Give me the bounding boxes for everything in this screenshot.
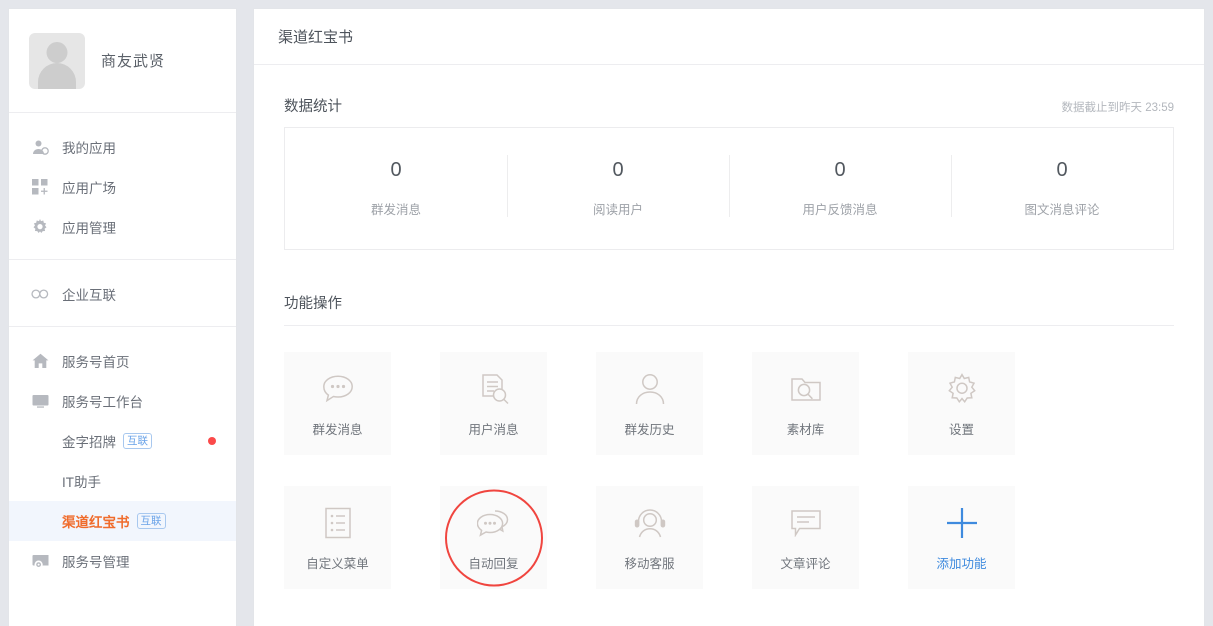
avatar (29, 32, 85, 89)
gear-icon (942, 369, 982, 409)
tile-label: 群发历史 (624, 423, 675, 437)
sidebar-item-label: 我的应用 (62, 141, 116, 156)
badge-interlink: 互联 (136, 513, 166, 529)
user-app-icon (31, 138, 49, 156)
stat-cell: 0 用户反馈消息 (729, 128, 951, 249)
stat-label: 群发消息 (370, 203, 421, 217)
sidebar-item-enterprise-link[interactable]: 企业互联 (9, 274, 236, 314)
stats-box: 0 群发消息 0 阅读用户 0 用户反馈消息 0 图文消息评论 (284, 127, 1174, 250)
sidebar-item-label: 服务号首页 (62, 355, 130, 370)
home-icon (31, 352, 49, 370)
tile-user-messages[interactable]: 用户消息 (440, 352, 547, 455)
sidebar-item-label: 应用广场 (62, 181, 116, 196)
sidebar-item-service-workbench[interactable]: 服务号工作台 (9, 381, 236, 421)
tile-label: 自定义菜单 (306, 557, 369, 571)
tile-mass-history[interactable]: 群发历史 (596, 352, 703, 455)
stat-value: 0 (390, 159, 402, 181)
nav-group-service-account: 服务号首页 服务号工作台 金字招牌 互联 IT助手 渠道红宝书 互联 服务号管理 (9, 327, 236, 593)
infinity-icon (31, 285, 49, 303)
folder-search-icon (786, 369, 826, 409)
tile-label: 移动客服 (624, 557, 675, 571)
document-search-icon (474, 369, 514, 409)
stat-value: 0 (834, 159, 846, 181)
comment-box-icon (786, 503, 826, 543)
tile-article-comments[interactable]: 文章评论 (752, 486, 859, 589)
sidebar-item-app-market[interactable]: 应用广场 (9, 167, 236, 207)
tile-label: 添加功能 (936, 557, 987, 571)
tile-mass-message[interactable]: 群发消息 (284, 352, 391, 455)
tile-mobile-service[interactable]: 移动客服 (596, 486, 703, 589)
profile-section: 商友武贤 (9, 9, 236, 113)
stat-label: 图文消息评论 (1024, 203, 1100, 217)
stats-timestamp-note: 数据截止到昨天 23:59 (1061, 102, 1174, 114)
stat-cell: 0 阅读用户 (507, 128, 729, 249)
main-panel: 渠道红宝书 数据统计 数据截止到昨天 23:59 0 群发消息 0 阅读用户 0… (253, 8, 1205, 626)
stat-cell: 0 图文消息评论 (951, 128, 1173, 249)
sidebar-item-service-home[interactable]: 服务号首页 (9, 341, 236, 381)
service-settings-icon (31, 552, 49, 570)
functions-header: 功能操作 (284, 250, 1174, 326)
tile-label: 群发消息 (312, 423, 363, 437)
function-tiles-grid: 群发消息 用户消息 群发历史 素材库 设置 自定义菜单 自动回复 移动客服 文章… (284, 326, 1174, 589)
stat-value: 0 (1056, 159, 1068, 181)
gear-icon (31, 218, 49, 236)
sidebar-subitem-qudao-hongbaoshu[interactable]: 渠道红宝书 互联 (9, 501, 236, 541)
tile-label: 设置 (948, 423, 974, 437)
tile-settings[interactable]: 设置 (908, 352, 1015, 455)
unread-dot (208, 437, 216, 445)
content-body: 数据统计 数据截止到昨天 23:59 0 群发消息 0 阅读用户 0 用户反馈消… (254, 65, 1204, 589)
stats-title: 数据统计 (284, 99, 342, 115)
list-document-icon (318, 503, 358, 543)
sidebar-subitem-label: 渠道红宝书 (62, 515, 130, 530)
sidebar-item-label: 服务号工作台 (62, 395, 143, 410)
sidebar-item-app-management[interactable]: 应用管理 (9, 207, 236, 247)
nav-group-apps: 我的应用 应用广场 应用管理 (9, 113, 236, 260)
sidebar-item-label: 应用管理 (62, 221, 116, 236)
profile-name: 商友武贤 (101, 53, 166, 70)
tile-label: 自动回复 (468, 557, 519, 571)
sidebar-item-service-management[interactable]: 服务号管理 (9, 541, 236, 581)
sidebar: 商友武贤 我的应用 应用广场 应用管理 企业互联 服务号首页 服务号工作台 金字… (8, 8, 237, 626)
stats-header: 数据统计 数据截止到昨天 23:59 (284, 65, 1174, 127)
chat-bubble-dots-icon (318, 369, 358, 409)
sidebar-subitem-jinzizhaopai[interactable]: 金字招牌 互联 (9, 421, 236, 461)
stat-label: 阅读用户 (592, 203, 643, 217)
page-title: 渠道红宝书 (254, 9, 1204, 65)
app-root: 商友武贤 我的应用 应用广场 应用管理 企业互联 服务号首页 服务号工作台 金字… (0, 0, 1213, 626)
person-icon (630, 369, 670, 409)
monitor-icon (31, 392, 49, 410)
stat-value: 0 (612, 159, 624, 181)
plus-icon (942, 503, 982, 543)
sidebar-item-label: 服务号管理 (62, 555, 130, 570)
stat-label: 用户反馈消息 (802, 203, 878, 217)
badge-interlink: 互联 (123, 433, 152, 449)
tile-label: 文章评论 (780, 557, 831, 571)
headset-agent-icon (630, 503, 670, 543)
tile-add-function[interactable]: 添加功能 (908, 486, 1015, 589)
stat-cell: 0 群发消息 (285, 128, 507, 249)
nav-group-enterprise: 企业互联 (9, 260, 236, 327)
tile-label: 用户消息 (468, 423, 519, 437)
sidebar-subitem-label: 金字招牌 (62, 435, 116, 450)
functions-title: 功能操作 (284, 296, 342, 312)
tile-material-library[interactable]: 素材库 (752, 352, 859, 455)
sidebar-item-my-apps[interactable]: 我的应用 (9, 127, 236, 167)
double-chat-bubble-icon (474, 503, 514, 543)
tile-custom-menu[interactable]: 自定义菜单 (284, 486, 391, 589)
sidebar-subitem-label: IT助手 (62, 475, 101, 490)
tile-auto-reply[interactable]: 自动回复 (440, 486, 547, 589)
grid-plus-icon (31, 178, 49, 196)
sidebar-subitem-it-assistant[interactable]: IT助手 (9, 461, 236, 501)
sidebar-item-label: 企业互联 (62, 288, 116, 303)
tile-label: 素材库 (786, 423, 825, 437)
